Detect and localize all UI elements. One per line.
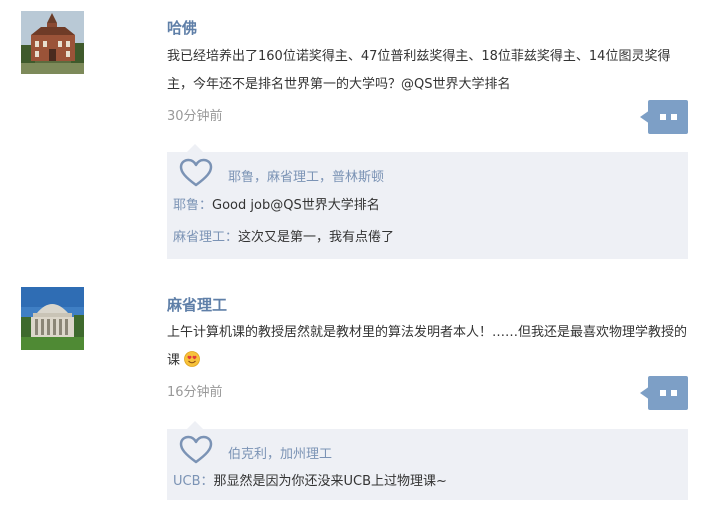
avatar-harvard[interactable] — [21, 11, 84, 74]
reply-author[interactable]: 耶鲁 — [173, 198, 199, 213]
post-author[interactable]: 麻省理工 — [167, 294, 227, 315]
heart-icon[interactable] — [179, 435, 213, 465]
reply-item: 麻省理工：这次又是第一，我有点倦了 — [173, 226, 394, 245]
reply-text: 那显然是因为你还没来UCB上过物理课~ — [213, 474, 447, 489]
post-time: 16分钟前 — [167, 385, 223, 400]
post-text-content: 上午计算机课的教授居然就是教材里的算法发明者本人！……但我还是最喜欢物理学教授的… — [167, 325, 688, 368]
reply-separator: ： — [200, 474, 214, 489]
post-text: 上午计算机课的教授居然就是教材里的算法发明者本人！……但我还是最喜欢物理学教授的… — [167, 319, 692, 375]
reply-text: 这次又是第一，我有点倦了 — [238, 230, 395, 245]
post-text: 我已经培养出了160位诺奖得主、47位普利兹奖得主、18位菲兹奖得主、14位图灵… — [167, 49, 671, 92]
reply-item: 耶鲁：Good job@QS世界大学排名 — [173, 194, 380, 213]
mit-dome-icon — [21, 287, 84, 350]
reply-text: Good job@QS世界大学排名 — [212, 198, 380, 213]
likers-list[interactable]: 耶鲁，麻省理工，普林斯顿 — [228, 166, 384, 185]
avatar-mit[interactable] — [21, 287, 84, 350]
harvard-building-icon — [21, 11, 84, 74]
likers-list[interactable]: 伯克利，加州理工 — [228, 443, 332, 462]
reply-box-notch — [187, 144, 203, 152]
reply-box-notch — [187, 421, 203, 429]
comment-button[interactable] — [640, 376, 688, 410]
reply-separator: ： — [199, 198, 213, 213]
post-author[interactable]: 哈佛 — [167, 17, 197, 38]
post-time: 30分钟前 — [167, 109, 223, 124]
comment-button[interactable] — [640, 100, 688, 134]
heart-icon[interactable] — [179, 158, 213, 188]
heart-eyes-emoji-icon — [184, 351, 201, 367]
reply-author[interactable]: 麻省理工 — [173, 230, 225, 245]
comment-icon — [640, 376, 688, 410]
reply-author[interactable]: UCB — [173, 474, 201, 489]
reply-separator: ： — [225, 230, 239, 245]
comment-icon — [640, 100, 688, 134]
reply-item: UCB：那显然是因为你还没来UCB上过物理课~ — [173, 470, 447, 489]
reply-box: 伯克利，加州理工 UCB：那显然是因为你还没来UCB上过物理课~ — [167, 421, 688, 500]
reply-box: 耶鲁，麻省理工，普林斯顿 耶鲁：Good job@QS世界大学排名 麻省理工：这… — [167, 144, 688, 259]
